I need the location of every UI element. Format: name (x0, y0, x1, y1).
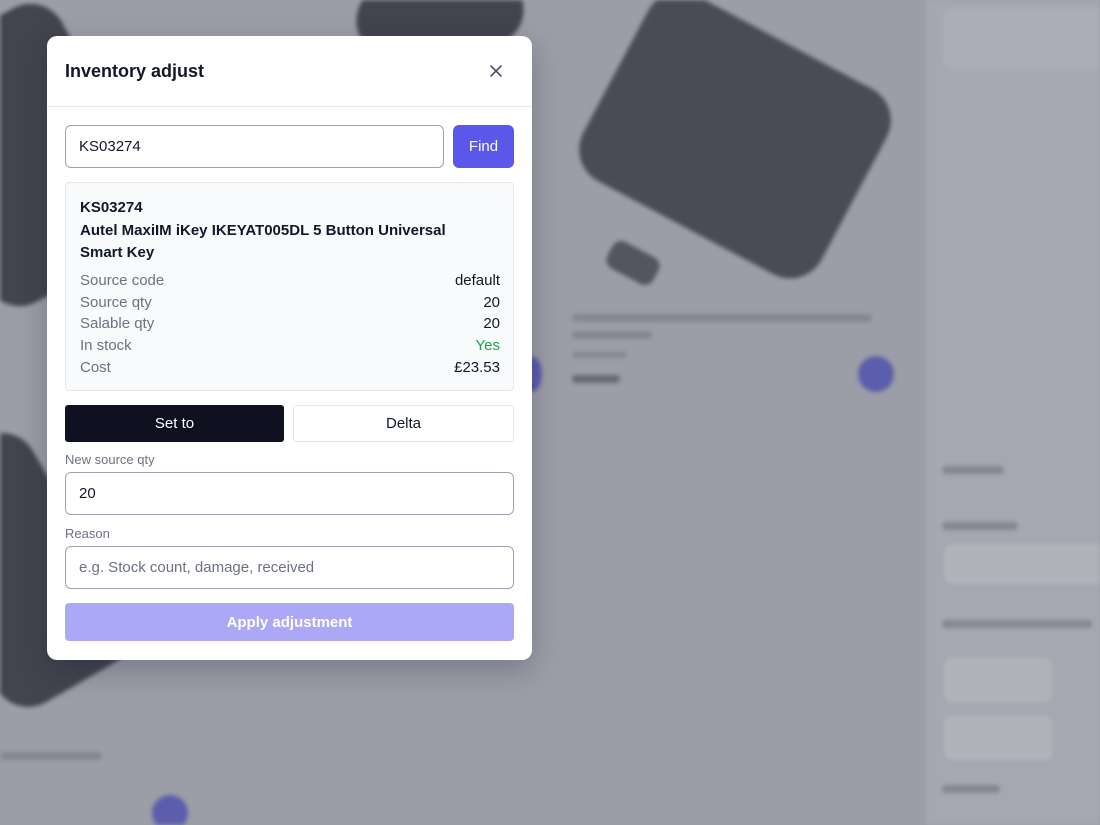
info-label: Cost (80, 358, 111, 376)
close-button[interactable] (486, 61, 506, 81)
product-name: Autel MaxiIM iKey IKEYAT005DL 5 Button U… (80, 222, 446, 261)
apply-adjustment-button[interactable]: Apply adjustment (65, 603, 514, 641)
info-value: £23.53 (454, 358, 500, 376)
reason-input[interactable] (65, 546, 514, 589)
new-source-qty-input[interactable] (65, 472, 514, 515)
find-button[interactable]: Find (453, 125, 514, 168)
new-qty-label: New source qty (65, 452, 155, 467)
in-stock-status: Yes (475, 337, 500, 355)
info-label: Source qty (80, 293, 152, 311)
close-icon (490, 65, 502, 77)
dialog-title: Inventory adjust (65, 61, 205, 81)
info-value: default (454, 272, 500, 289)
product-sku: KS03274 (80, 199, 143, 216)
info-label: Source code (80, 272, 165, 289)
info-row-source-code: Source code default (80, 270, 500, 292)
info-value: 20 (483, 293, 500, 311)
info-label: In stock (80, 337, 132, 355)
info-value: 20 (483, 315, 500, 333)
info-label: Salable qty (80, 315, 155, 333)
delta-mode-button[interactable]: Delta (293, 405, 514, 442)
inventory-adjust-dialog: Inventory adjust Find KS03274 Autel Maxi… (47, 36, 532, 660)
set-to-mode-button[interactable]: Set to (65, 405, 284, 442)
product-info-list: Source code default Source qty 20 Salabl… (80, 270, 500, 378)
info-row-salable-qty: Salable qty 20 (80, 313, 500, 335)
product-details-card: KS03274 Autel MaxiIM iKey IKEYAT005DL 5 … (65, 182, 514, 391)
info-row-cost: Cost £23.53 (80, 357, 500, 379)
dialog-header: Inventory adjust (47, 36, 532, 107)
info-row-in-stock: In stock Yes (80, 335, 500, 357)
reason-label: Reason (65, 526, 110, 541)
info-row-source-qty: Source qty 20 (80, 292, 500, 314)
sku-search-input[interactable] (65, 125, 444, 168)
